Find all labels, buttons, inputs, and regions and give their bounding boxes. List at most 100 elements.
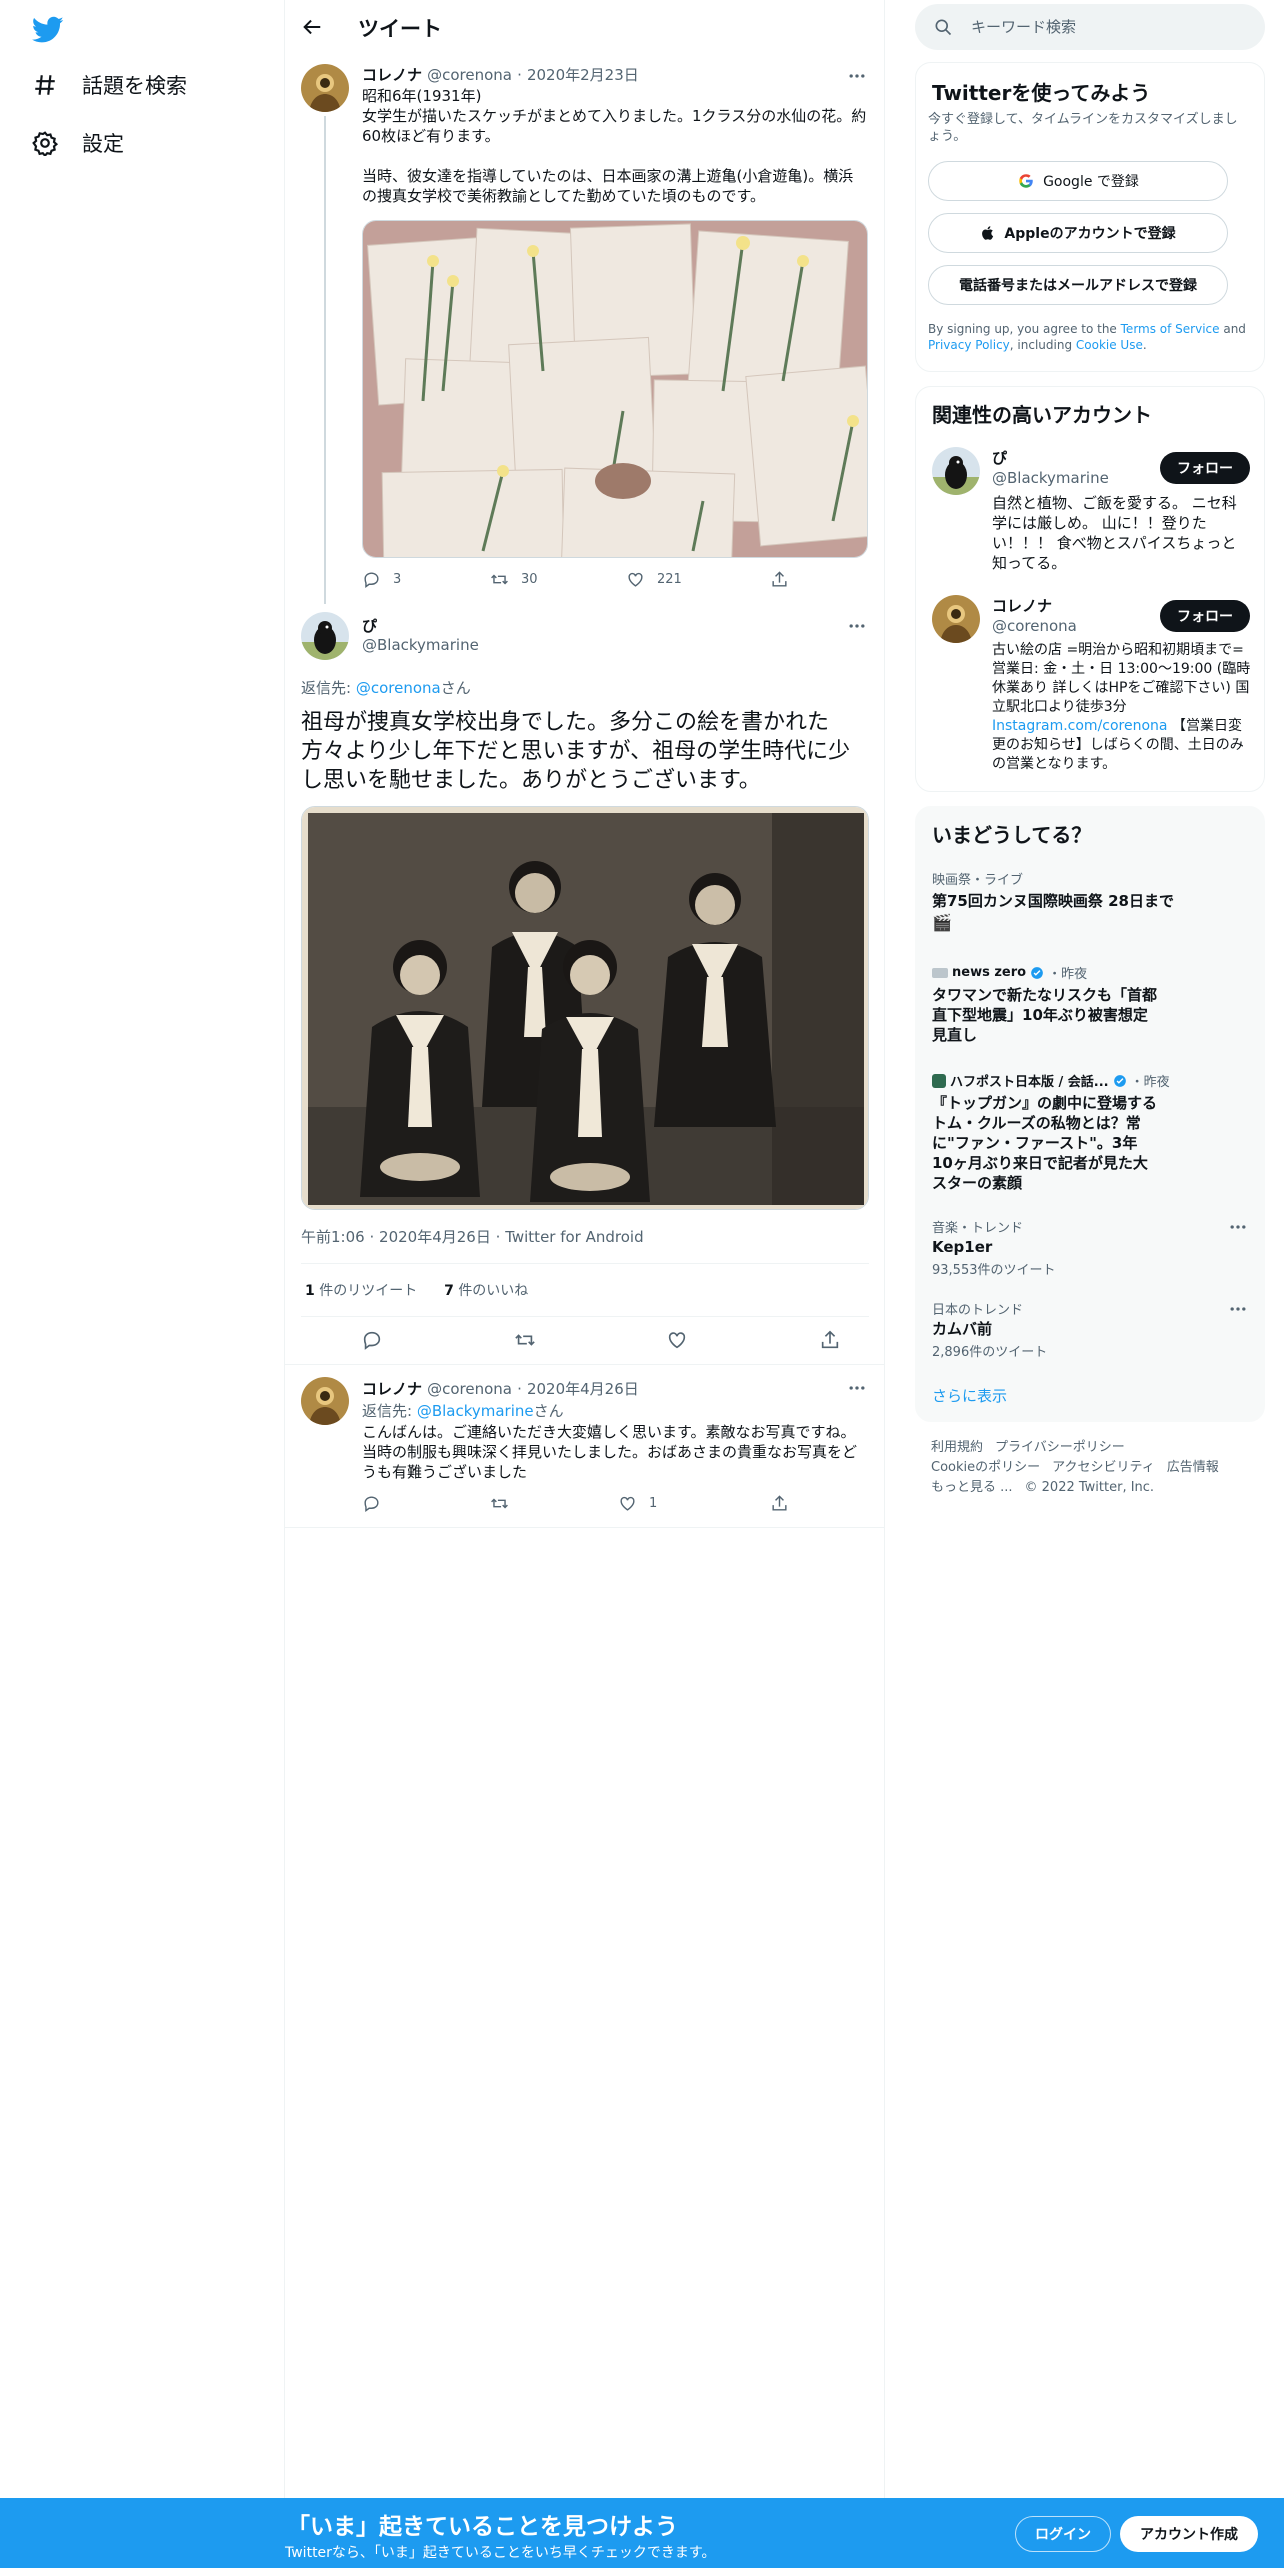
tweet-date[interactable]: 2020年2月23日 [527, 66, 639, 84]
footer-ads[interactable]: 広告情報 [1167, 1460, 1219, 1475]
avatar-corenona[interactable] [301, 1377, 349, 1425]
related-handle[interactable]: @Blackymarine [992, 469, 1109, 487]
like-button[interactable]: 221 [626, 570, 770, 589]
search-input[interactable] [971, 4, 1251, 50]
retweet-total-label[interactable]: 件のリツイート [319, 1283, 417, 1299]
terms-text: By signing up, you agree to the Terms of… [928, 322, 1246, 352]
google-signup-button[interactable]: Google で登録 [928, 161, 1228, 201]
login-button[interactable]: ログイン [1015, 2516, 1111, 2552]
retweet-button[interactable]: 30 [490, 570, 626, 589]
like-count: 221 [657, 572, 682, 587]
heart-icon[interactable] [666, 1329, 688, 1351]
avatar-blackymarine[interactable] [932, 447, 980, 495]
author-name[interactable]: コレノナ [362, 66, 422, 84]
reply-icon[interactable] [361, 1329, 383, 1351]
more-icon[interactable] [1228, 1217, 1248, 1237]
share-icon[interactable] [819, 1329, 841, 1351]
related-accounts-card: 関連性の高いアカウント ぴ @Blackymarine フォロー 自然と植物、ご… [915, 386, 1265, 792]
related-name[interactable]: コレノナ [992, 595, 1052, 616]
more-icon[interactable] [847, 616, 867, 636]
footer-cookie[interactable]: Cookieのポリシー [931, 1460, 1040, 1475]
retweet-total[interactable]: 1 [305, 1283, 315, 1299]
like-total[interactable]: 7 [444, 1283, 454, 1299]
divider [301, 1316, 869, 1317]
twitter-logo-icon[interactable] [32, 16, 64, 44]
avatar-blackymarine[interactable] [301, 612, 349, 660]
like-count: 1 [649, 1496, 658, 1511]
nav-settings[interactable]: 設定 [32, 128, 124, 158]
back-arrow-icon[interactable] [301, 16, 323, 38]
divider [285, 1364, 885, 1365]
search-box[interactable] [915, 4, 1265, 50]
follow-button[interactable]: フォロー [1160, 600, 1250, 632]
retweet-icon[interactable] [514, 1329, 536, 1351]
like-total-label[interactable]: 件のいいね [458, 1283, 528, 1299]
heart-icon [620, 1496, 635, 1511]
footer-terms[interactable]: 利用規約 [931, 1440, 983, 1455]
share-button[interactable] [770, 570, 789, 589]
reply-to-link[interactable]: @Blackymarine [417, 1402, 534, 1420]
share-icon [772, 571, 787, 587]
retweet-icon [491, 574, 508, 585]
divider [301, 1263, 869, 1264]
phone-email-signup-button[interactable]: 電話番号またはメールアドレスで登録 [928, 265, 1228, 305]
tweet-actions: 1 [362, 1494, 862, 1513]
trend-title: 『トップガン』の劇中に登場するトム・クルーズの私物とは？常に"ファン・ファースト… [932, 1094, 1158, 1192]
nav-explore-label: 話題を検索 [82, 74, 187, 98]
bio-link[interactable]: Instagram.com/corenona [992, 718, 1168, 734]
more-icon[interactable] [1228, 1299, 1248, 1319]
author-handle[interactable]: @corenona [427, 1380, 512, 1398]
share-button[interactable] [770, 1494, 789, 1513]
news-source-icon [932, 1073, 946, 1088]
show-more-link[interactable]: さらに表示 [932, 1385, 1007, 1406]
footer-privacy[interactable]: プライバシーポリシー [995, 1440, 1125, 1455]
apple-signup-button[interactable]: Appleのアカウントで登録 [928, 213, 1228, 253]
reply-to-link[interactable]: @corenona [356, 679, 441, 697]
avatar-corenona[interactable] [932, 595, 980, 643]
avatar-corenona[interactable] [301, 64, 349, 112]
tweet-full-date[interactable]: 2020年4月26日 [379, 1228, 491, 1246]
old-school-photo-image [302, 807, 868, 1209]
more-icon[interactable] [847, 66, 867, 86]
google-signup-label: Google で登録 [1043, 174, 1139, 190]
retweet-button[interactable] [490, 1494, 618, 1513]
related-handle[interactable]: @corenona [992, 617, 1077, 635]
footer-more[interactable]: もっと見る ... [931, 1480, 1013, 1495]
tweet-actions: 3 30 221 [362, 570, 862, 589]
tweet-date[interactable]: 2020年4月26日 [527, 1380, 639, 1398]
more-icon[interactable] [847, 1378, 867, 1398]
author-name[interactable]: ぴ [362, 615, 377, 636]
nav-explore[interactable]: 話題を検索 [32, 70, 187, 100]
engagement-stats: 1 件のリツイート 7 件のいいね [305, 1280, 528, 1300]
tweet-source[interactable]: Twitter for Android [505, 1228, 643, 1246]
cookie-link[interactable]: Cookie Use [1076, 338, 1143, 352]
related-title: 関連性の高いアカウント [932, 403, 1152, 427]
create-account-button[interactable]: アカウント作成 [1120, 2516, 1258, 2552]
footer-accessibility[interactable]: アクセシビリティ [1052, 1460, 1155, 1475]
tweet-text-focused: 祖母が捜真女学校出身でした。多分この絵を書かれた方々より少し年下だと思いますが、… [301, 710, 851, 793]
tweet-time[interactable]: 午前1:06 [301, 1228, 365, 1246]
bottom-signup-bar: 「いま」起きていることを見つけよう Twitterなら、「いま」起きていることを… [0, 2498, 1284, 2568]
divider [285, 1527, 885, 1528]
related-name[interactable]: ぴ [992, 447, 1007, 468]
tweet-timestamp: 午前1:06 · 2020年4月26日 · Twitter for Androi… [301, 1228, 644, 1246]
gear-icon [32, 131, 58, 156]
trend-title: カムバ前 [932, 1320, 993, 1338]
signup-title: Twitterを使ってみよう [932, 81, 1151, 105]
share-icon [772, 1495, 787, 1511]
author-handle[interactable]: @Blackymarine [362, 636, 479, 654]
reply-button[interactable] [362, 1494, 490, 1513]
author-handle[interactable]: @corenona [427, 66, 512, 84]
privacy-link[interactable]: Privacy Policy [928, 338, 1010, 352]
tweet-image-photo[interactable] [301, 806, 869, 1210]
reply-context: 返信先: @Blackymarineさん [362, 1402, 564, 1420]
like-button[interactable]: 1 [618, 1494, 770, 1513]
trend-count: 2,896件のツイート [932, 1345, 1048, 1360]
tweet-image-sketches[interactable] [362, 220, 868, 558]
terms-link[interactable]: Terms of Service [1121, 322, 1220, 336]
author-name[interactable]: コレノナ [362, 1380, 422, 1398]
news-source-icon [932, 967, 948, 978]
reply-button[interactable]: 3 [362, 570, 490, 589]
heart-icon [628, 572, 643, 587]
follow-button[interactable]: フォロー [1160, 452, 1250, 484]
